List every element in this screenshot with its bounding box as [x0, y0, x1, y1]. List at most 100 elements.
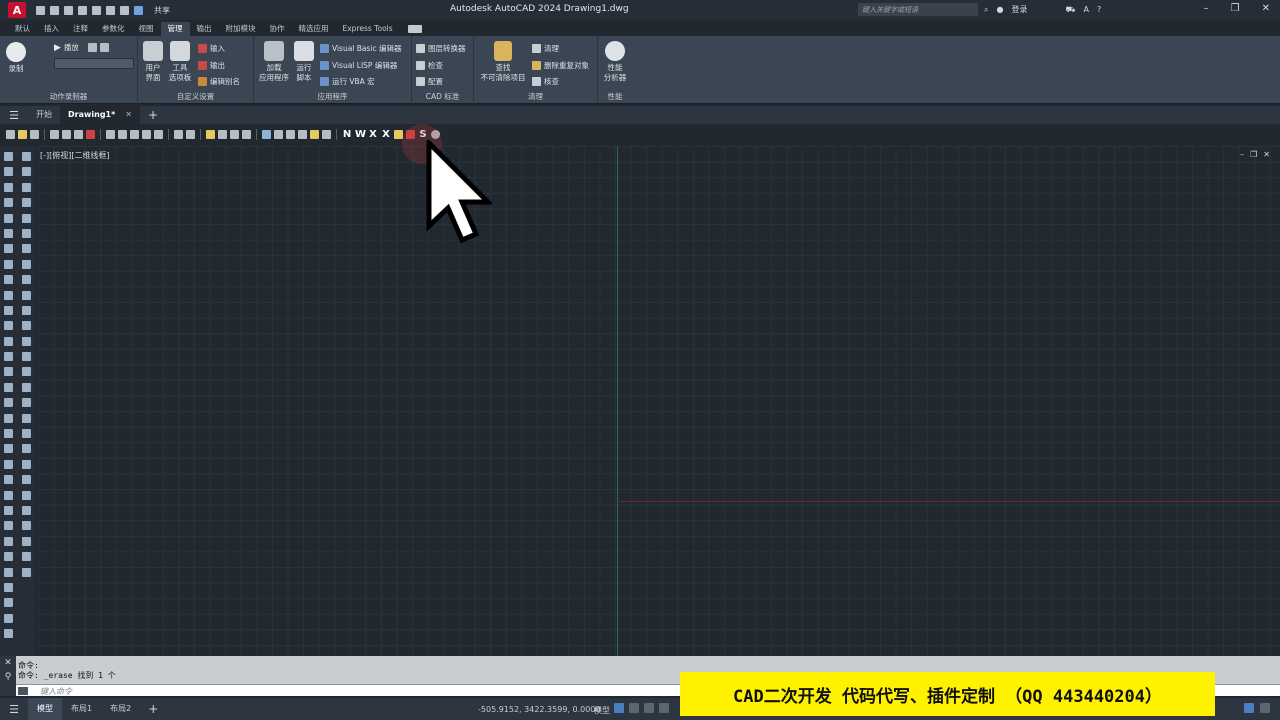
tab-insert[interactable]: 插入 [37, 22, 66, 36]
tab-manage[interactable]: 管理 [160, 22, 190, 36]
dimension-angular-icon[interactable] [4, 567, 13, 577]
plugin-n-icon[interactable]: N [342, 129, 352, 140]
point-icon[interactable] [4, 352, 13, 362]
snap-menu-icon[interactable] [644, 703, 654, 713]
autodesk-a360-icon[interactable]: A [1084, 5, 1089, 14]
spline-icon[interactable] [4, 275, 13, 285]
cut-icon[interactable] [106, 129, 115, 139]
viewport-restore-icon[interactable]: ❐ [1250, 150, 1257, 159]
add-selected-icon[interactable] [4, 444, 13, 454]
tab-addins[interactable]: 附加模块 [219, 22, 263, 36]
performance-analyzer-button[interactable]: 性能 分析器 [598, 41, 632, 83]
insert-message-icon[interactable] [87, 43, 97, 52]
file-tabs-menu-icon[interactable]: ☰ [0, 109, 28, 122]
zoom-previous-icon[interactable] [242, 129, 251, 139]
table-icon[interactable] [4, 413, 13, 423]
lisp-editor-button[interactable]: Visual LISP 编辑器 [320, 60, 397, 71]
layer-state-icon[interactable] [22, 444, 31, 454]
dimension-radius-icon[interactable] [4, 521, 13, 531]
tab-express-tools[interactable]: Express Tools [336, 22, 400, 36]
user-interface-button[interactable]: 用户 界面 [140, 41, 166, 83]
continue-icon[interactable] [4, 613, 13, 623]
design-center-icon[interactable] [274, 129, 283, 139]
close-icon[interactable]: ✕ [1262, 3, 1270, 14]
polygon-icon[interactable] [4, 198, 13, 208]
undo-icon[interactable] [174, 129, 183, 139]
model-space-button[interactable]: 模型 [594, 705, 610, 716]
load-application-button[interactable]: 加载 应用程序 [256, 41, 292, 83]
undo-icon[interactable] [106, 5, 115, 15]
redo-icon[interactable] [186, 129, 195, 139]
macro-select[interactable] [54, 58, 134, 69]
layer-match-icon[interactable] [22, 521, 31, 531]
share-icon[interactable] [134, 5, 143, 15]
user-icon[interactable]: ● [996, 5, 1003, 14]
quickcalc-icon[interactable] [322, 129, 331, 139]
application-menu-button[interactable]: A [8, 2, 26, 18]
trim-icon[interactable] [22, 290, 31, 300]
explode-icon[interactable] [22, 413, 31, 423]
vba-editor-button[interactable]: Visual Basic 编辑器 [320, 43, 402, 54]
break-icon[interactable] [22, 336, 31, 346]
stretch-icon[interactable] [22, 275, 31, 285]
plugin-w-icon[interactable]: W [355, 129, 366, 140]
scale-icon[interactable] [22, 259, 31, 269]
mirror-icon[interactable] [22, 182, 31, 192]
rectangle-icon[interactable] [4, 213, 13, 223]
redo-icon[interactable] [120, 5, 129, 15]
command-prompt-icon[interactable] [18, 687, 28, 695]
audit-button[interactable]: 核查 [532, 76, 559, 87]
sign-in-button[interactable]: 登录 [1011, 4, 1027, 15]
viewport-controls[interactable]: [-][俯视][二维线框] [40, 150, 110, 161]
zoom-window-icon[interactable] [230, 129, 239, 139]
dimension-arc-icon[interactable] [4, 490, 13, 500]
search-input[interactable]: 键入关键字或短语 [858, 3, 978, 16]
arc-icon[interactable] [4, 228, 13, 238]
make-block-icon[interactable] [4, 336, 13, 346]
insert-block-icon[interactable] [4, 321, 13, 331]
layer-walk-icon[interactable] [22, 536, 31, 546]
tab-drawing1[interactable]: Drawing1* ✕ [60, 106, 140, 124]
markup-icon[interactable] [310, 129, 319, 139]
hatch-icon[interactable] [4, 367, 13, 377]
tab-collaborate[interactable]: 协作 [263, 22, 292, 36]
new-file-icon[interactable] [36, 5, 45, 15]
join-icon[interactable] [22, 352, 31, 362]
customize-status-icon[interactable] [1260, 703, 1270, 713]
layer-props-icon[interactable] [22, 429, 31, 439]
dimension-jogged-icon[interactable] [4, 536, 13, 546]
share-button[interactable]: 共享 [154, 5, 170, 16]
open-icon[interactable] [18, 129, 27, 139]
ungroup-icon[interactable] [22, 567, 31, 577]
coordinates-readout[interactable]: -505.9152, 3422.3599, 0.0000 [478, 705, 600, 714]
pan-icon[interactable] [206, 129, 215, 139]
chamfer-icon[interactable] [22, 367, 31, 377]
offset-icon[interactable] [22, 198, 31, 208]
restore-icon[interactable]: ❐ [1231, 3, 1240, 14]
tab-view[interactable]: 视图 [132, 22, 161, 36]
line-icon[interactable] [4, 152, 13, 161]
layer-off-icon[interactable] [22, 459, 31, 469]
plugin-x-icon[interactable]: X [368, 129, 378, 140]
baseline-icon[interactable] [4, 598, 13, 608]
tab-annotate[interactable]: 注释 [66, 22, 95, 36]
copy-icon[interactable] [118, 129, 127, 139]
new-icon[interactable] [6, 129, 15, 139]
move-icon[interactable] [22, 228, 31, 238]
construction-line-icon[interactable] [4, 167, 13, 177]
plugin-x2-icon[interactable]: X [381, 129, 391, 140]
region-icon[interactable] [4, 398, 13, 408]
tab-layout2[interactable]: 布局2 [101, 698, 140, 720]
layer-lock-icon[interactable] [22, 505, 31, 515]
configure-standards-button[interactable]: 配置 [416, 76, 443, 87]
multiline-text-icon[interactable] [4, 429, 13, 439]
close-tab-icon[interactable]: ✕ [125, 110, 132, 119]
circle-icon[interactable] [4, 244, 13, 254]
extend-icon[interactable] [22, 305, 31, 315]
run-vba-macro-button[interactable]: 运行 VBA 宏 [320, 76, 375, 87]
tab-default[interactable]: 默认 [8, 22, 37, 36]
sheet-set-icon[interactable] [298, 129, 307, 139]
request-input-icon[interactable] [99, 43, 109, 52]
pdf-icon[interactable] [86, 129, 95, 139]
revision-cloud-icon[interactable] [4, 259, 13, 269]
